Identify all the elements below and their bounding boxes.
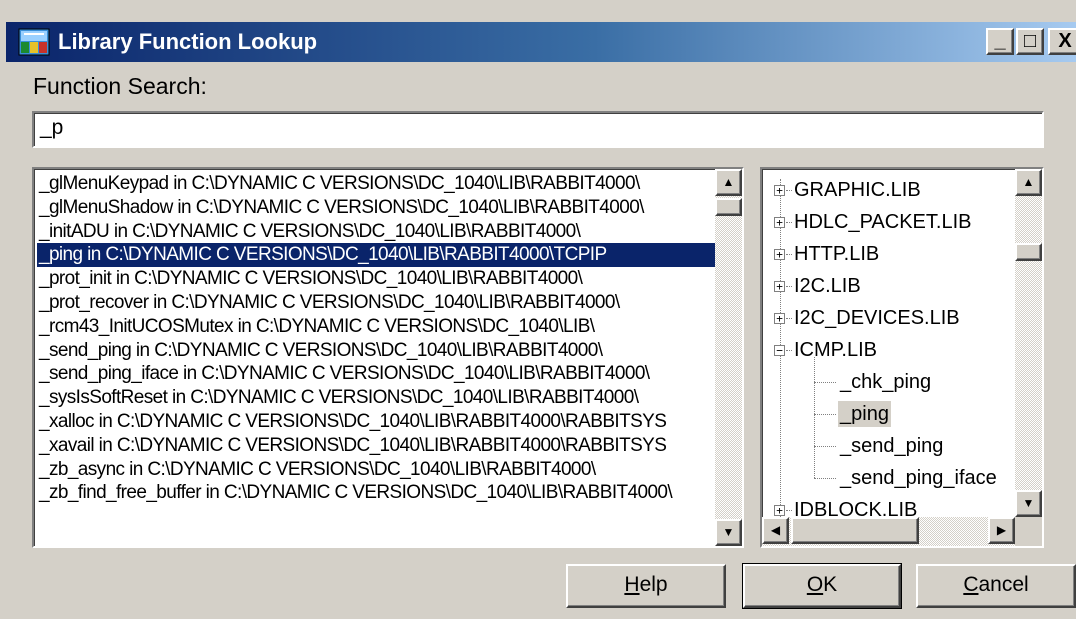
- tree-library-label: IDBLOCK.LIB: [794, 499, 918, 517]
- expand-icon[interactable]: +: [774, 249, 785, 260]
- tree-library-label: HDLC_PACKET.LIB: [794, 211, 972, 233]
- app-icon: [18, 28, 50, 56]
- tree-library-label: ICMP.LIB: [794, 339, 877, 361]
- tree-library-label: HTTP.LIB: [794, 243, 880, 265]
- tree-item-library[interactable]: + I2C.LIB: [762, 271, 1015, 303]
- library-tree-content: + GRAPHIC.LIB + HDLC_PACKET.LIB + HTTP.LIB + I2…: [762, 169, 1015, 517]
- scroll-down-arrow-icon[interactable]: ▼: [715, 519, 742, 546]
- tree-item-function[interactable]: _send_ping: [762, 431, 1015, 463]
- cancel-button[interactable]: Cancel: [916, 564, 1076, 608]
- scroll-left-arrow-icon[interactable]: ◀: [762, 517, 789, 544]
- ok-label-rest: K: [823, 573, 838, 596]
- cancel-label-rest: ancel: [978, 573, 1029, 596]
- ok-button[interactable]: OK: [742, 563, 902, 609]
- tree-item-library[interactable]: − ICMP.LIB: [762, 335, 1015, 367]
- list-item[interactable]: _xavail in C:\DYNAMIC C VERSIONS\DC_1040…: [37, 434, 715, 458]
- expand-icon[interactable]: +: [774, 185, 785, 196]
- tree-function-label: _ping: [838, 401, 891, 427]
- tree-function-label: _send_ping: [840, 435, 944, 457]
- tree-connector: [814, 478, 836, 479]
- results-vertical-scrollbar[interactable]: ▲ ▼: [715, 169, 742, 546]
- tree-scroll-thumb[interactable]: [1015, 243, 1042, 261]
- list-item[interactable]: _glMenuKeypad in C:\DYNAMIC C VERSIONS\D…: [37, 172, 715, 196]
- list-item[interactable]: _sysIsSoftReset in C:\DYNAMIC C VERSIONS…: [37, 386, 715, 410]
- function-results-list[interactable]: _glMenuKeypad in C:\DYNAMIC C VERSIONS\D…: [32, 167, 744, 548]
- tree-connector: [814, 382, 836, 383]
- tree-horizontal-scroll-thumb[interactable]: [791, 517, 919, 544]
- tree-item-function[interactable]: _chk_ping: [762, 367, 1015, 399]
- list-item[interactable]: _send_ping_iface in C:\DYNAMIC C VERSION…: [37, 362, 715, 386]
- tree-library-label: I2C.LIB: [794, 275, 861, 297]
- results-scroll-thumb[interactable]: [715, 198, 742, 216]
- tree-horizontal-scrollbar[interactable]: ◀ ▶: [762, 517, 1015, 546]
- tree-library-label: GRAPHIC.LIB: [794, 179, 921, 201]
- minimize-button[interactable]: _: [986, 28, 1014, 55]
- library-function-lookup-dialog: Library Function Lookup _ □ X Function S…: [0, 0, 1076, 619]
- cancel-mnemonic: C: [963, 573, 979, 596]
- help-label-rest: elp: [639, 573, 668, 596]
- expand-icon[interactable]: +: [774, 313, 785, 324]
- tree-item-function[interactable]: _send_ping_iface: [762, 463, 1015, 495]
- list-item[interactable]: _xalloc in C:\DYNAMIC C VERSIONS\DC_1040…: [37, 410, 715, 434]
- help-button[interactable]: Help: [566, 564, 726, 608]
- tree-vertical-scrollbar[interactable]: ▲ ▼: [1015, 169, 1042, 517]
- tree-connector: [814, 446, 836, 447]
- tree-library-label: I2C_DEVICES.LIB: [794, 307, 960, 329]
- collapse-icon[interactable]: −: [774, 345, 785, 356]
- library-tree[interactable]: + GRAPHIC.LIB + HDLC_PACKET.LIB + HTTP.LIB + I2…: [760, 167, 1044, 548]
- scroll-right-arrow-icon[interactable]: ▶: [988, 517, 1015, 544]
- tree-item-library[interactable]: + IDBLOCK.LIB: [762, 495, 1015, 517]
- tree-item-library[interactable]: + I2C_DEVICES.LIB: [762, 303, 1015, 335]
- list-item[interactable]: _initADU in C:\DYNAMIC C VERSIONS\DC_104…: [37, 220, 715, 244]
- maximize-button[interactable]: □: [1016, 28, 1044, 55]
- expand-icon[interactable]: +: [774, 217, 785, 228]
- close-button[interactable]: X: [1048, 28, 1076, 55]
- function-search-label: Function Search:: [33, 73, 207, 99]
- tree-item-library[interactable]: + HTTP.LIB: [762, 239, 1015, 271]
- list-item[interactable]: _send_ping in C:\DYNAMIC C VERSIONS\DC_1…: [37, 339, 715, 363]
- expand-icon[interactable]: +: [774, 505, 785, 516]
- tree-item-library[interactable]: + GRAPHIC.LIB: [762, 175, 1015, 207]
- ok-mnemonic: O: [806, 573, 824, 596]
- title-bar[interactable]: Library Function Lookup _ □ X: [6, 22, 1076, 62]
- list-item[interactable]: _rcm43_InitUCOSMutex in C:\DYNAMIC C VER…: [37, 315, 715, 339]
- tree-function-label: _chk_ping: [840, 371, 932, 393]
- tree-scroll-down-arrow-icon[interactable]: ▼: [1015, 490, 1042, 517]
- list-item[interactable]: _prot_init in C:\DYNAMIC C VERSIONS\DC_1…: [37, 267, 715, 291]
- list-item[interactable]: _glMenuShadow in C:\DYNAMIC C VERSIONS\D…: [37, 196, 715, 220]
- list-item[interactable]: _zb_async in C:\DYNAMIC C VERSIONS\DC_10…: [37, 458, 715, 482]
- list-item[interactable]: _zb_find_free_buffer in C:\DYNAMIC C VER…: [37, 481, 715, 505]
- tree-function-label: _send_ping_iface: [840, 467, 997, 489]
- list-item[interactable]: _prot_recover in C:\DYNAMIC C VERSIONS\D…: [37, 291, 715, 315]
- list-item[interactable]: _ping in C:\DYNAMIC C VERSIONS\DC_1040\L…: [37, 243, 715, 268]
- help-mnemonic: H: [624, 573, 640, 596]
- expand-icon[interactable]: +: [774, 281, 785, 292]
- function-results-items: _glMenuKeypad in C:\DYNAMIC C VERSIONS\D…: [37, 172, 715, 544]
- function-search-input[interactable]: _p: [32, 111, 1044, 148]
- tree-scroll-up-arrow-icon[interactable]: ▲: [1015, 169, 1042, 196]
- scrollbar-corner: [1015, 517, 1042, 546]
- tree-connector: [814, 414, 836, 415]
- tree-item-function[interactable]: _ping: [762, 399, 1015, 431]
- tree-item-library[interactable]: + HDLC_PACKET.LIB: [762, 207, 1015, 239]
- window-title: Library Function Lookup: [58, 29, 318, 54]
- scroll-up-arrow-icon[interactable]: ▲: [715, 169, 742, 196]
